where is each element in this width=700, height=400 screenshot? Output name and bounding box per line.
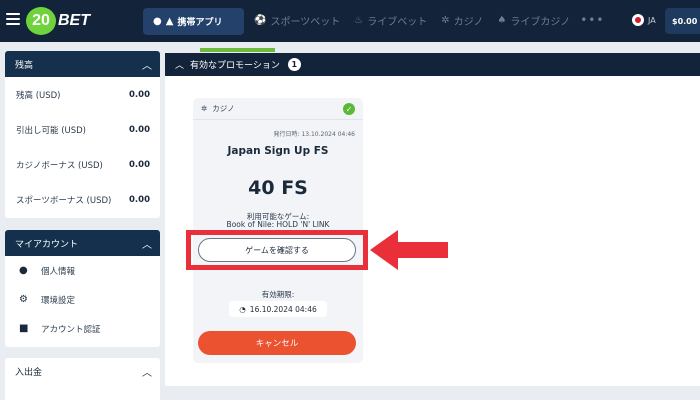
top-navigation-bar: 20 BET ● ▲ 携帯アプリ ⚽ スポーツベット ♨ ライブベット ✲ カジ… bbox=[0, 0, 700, 42]
check-icon: ✓ bbox=[343, 103, 355, 115]
more-menu-button[interactable]: ••• bbox=[580, 13, 604, 28]
language-code: JA bbox=[648, 15, 656, 25]
chevron-up-icon: ︿ bbox=[175, 61, 185, 71]
flame-icon: ♨ bbox=[354, 15, 364, 26]
apple-icon: ● bbox=[153, 16, 162, 27]
chevron-up-icon: ︿ bbox=[142, 239, 152, 251]
cancel-button[interactable]: キャンセル bbox=[198, 331, 356, 355]
sidebar-item-verification[interactable]: ■ アカウント認証 bbox=[5, 314, 160, 343]
soccer-ball-icon: ⚽ bbox=[254, 15, 267, 26]
balance-label: スポーツボーナス (USD) bbox=[16, 195, 112, 206]
sidebar-item-personal-info[interactable]: ● 個人情報 bbox=[5, 256, 160, 285]
available-game-name: Book of Nile: HOLD 'N' LINK bbox=[226, 220, 330, 228]
logo-badge: 20 bbox=[26, 7, 56, 35]
balance-row: カジノボーナス (USD) 0.00 bbox=[5, 147, 160, 182]
logo-text: BET bbox=[58, 12, 90, 29]
nav-label: カジノ bbox=[453, 17, 484, 28]
nav-live-bet[interactable]: ♨ ライブベット bbox=[354, 13, 427, 28]
balance-button[interactable]: $0.00 bbox=[665, 8, 700, 34]
balance-panel: 残高 ︿ 残高 (USD) 0.00 引出し可能 (USD) 0.00 カジノボ… bbox=[5, 51, 160, 218]
balance-label: 引出し可能 (USD) bbox=[16, 125, 86, 136]
mobile-app-label: 携帯アプリ bbox=[177, 18, 223, 28]
cards-icon: ♠ bbox=[497, 15, 507, 26]
roulette-icon: ✲ bbox=[201, 104, 208, 113]
payments-panel: 入出金 ︿ bbox=[5, 358, 160, 400]
expiry-date: 16.10.2024 04:46 bbox=[249, 304, 317, 314]
mobile-app-button[interactable]: ● ▲ 携帯アプリ bbox=[143, 8, 244, 35]
menu-icon[interactable] bbox=[6, 13, 20, 25]
balance-label: 残高 (USD) bbox=[16, 90, 61, 101]
annotation-arrow-icon bbox=[370, 230, 448, 270]
balance-label: カジノボーナス (USD) bbox=[16, 160, 103, 171]
japan-flag-icon bbox=[632, 14, 644, 26]
chevron-up-icon: ︿ bbox=[142, 367, 152, 379]
expiry-label: 有効期限: bbox=[261, 290, 295, 299]
account-panel-header[interactable]: マイアカウント ︿ bbox=[5, 230, 160, 256]
card-category: ✲ カジノ bbox=[193, 98, 363, 120]
promotions-title: 有効なプロモーション bbox=[190, 61, 280, 71]
user-icon: ● bbox=[19, 265, 28, 276]
active-tab-indicator bbox=[200, 48, 275, 52]
balance-value: 0.00 bbox=[129, 194, 150, 205]
panel-title: 入出金 bbox=[15, 367, 43, 378]
android-icon: ▲ bbox=[165, 16, 174, 27]
nav-label: ライブカジノ bbox=[510, 17, 571, 28]
payments-panel-header[interactable]: 入出金 ︿ bbox=[5, 358, 160, 384]
balance-value: 0.00 bbox=[129, 89, 150, 100]
balance-value: 0.00 bbox=[129, 124, 150, 135]
roulette-icon: ✲ bbox=[441, 15, 450, 26]
nav-label: スポーツベット bbox=[270, 17, 341, 28]
nav-sports[interactable]: ⚽ スポーツベット bbox=[254, 13, 340, 28]
sidebar-item-label: アカウント認証 bbox=[41, 324, 101, 335]
promotion-count-badge: 1 bbox=[287, 58, 301, 71]
category-label: カジノ bbox=[212, 104, 235, 113]
panel-title: マイアカウント bbox=[15, 239, 79, 250]
balance-row: 引出し可能 (USD) 0.00 bbox=[5, 112, 160, 147]
balance-panel-header[interactable]: 残高 ︿ bbox=[5, 51, 160, 77]
balance-row: 残高 (USD) 0.00 bbox=[5, 77, 160, 112]
main-nav: ⚽ スポーツベット ♨ ライブベット ✲ カジノ ♠ ライブカジノ ••• bbox=[254, 13, 604, 28]
promotion-title: Japan Sign Up FS bbox=[227, 145, 329, 157]
issue-date: 発行日時: 13.10.2024 04:46 bbox=[273, 131, 355, 138]
clock-icon: ◔ bbox=[239, 304, 246, 314]
free-spins-amount: 40 FS bbox=[248, 177, 308, 199]
balance-value: 0.00 bbox=[129, 159, 150, 170]
balance-row: スポーツボーナス (USD) 0.00 bbox=[5, 182, 160, 217]
language-selector[interactable]: JA bbox=[632, 14, 656, 26]
sidebar-item-preferences[interactable]: ⚙ 環境設定 bbox=[5, 285, 160, 314]
lock-icon: ■ bbox=[19, 323, 29, 334]
users-settings-icon: ⚙ bbox=[19, 294, 28, 305]
account-panel: マイアカウント ︿ ● 個人情報 ⚙ 環境設定 ■ アカウント認証 bbox=[5, 230, 160, 347]
sidebar-item-label: 環境設定 bbox=[41, 295, 76, 306]
nav-label: ライブベット bbox=[367, 17, 428, 28]
annotation-highlight-box bbox=[186, 230, 368, 270]
chevron-up-icon: ︿ bbox=[142, 60, 152, 72]
panel-title: 残高 bbox=[15, 60, 34, 71]
site-logo[interactable]: 20 BET bbox=[26, 6, 90, 36]
sidebar-item-label: 個人情報 bbox=[41, 266, 76, 277]
active-promotions-header[interactable]: ︿ 有効なプロモーション 1 bbox=[165, 53, 700, 76]
nav-live-casino[interactable]: ♠ ライブカジノ bbox=[497, 13, 570, 28]
expiry-date-pill: ◔ 16.10.2024 04:46 bbox=[229, 301, 327, 317]
nav-casino[interactable]: ✲ カジノ bbox=[441, 13, 483, 28]
